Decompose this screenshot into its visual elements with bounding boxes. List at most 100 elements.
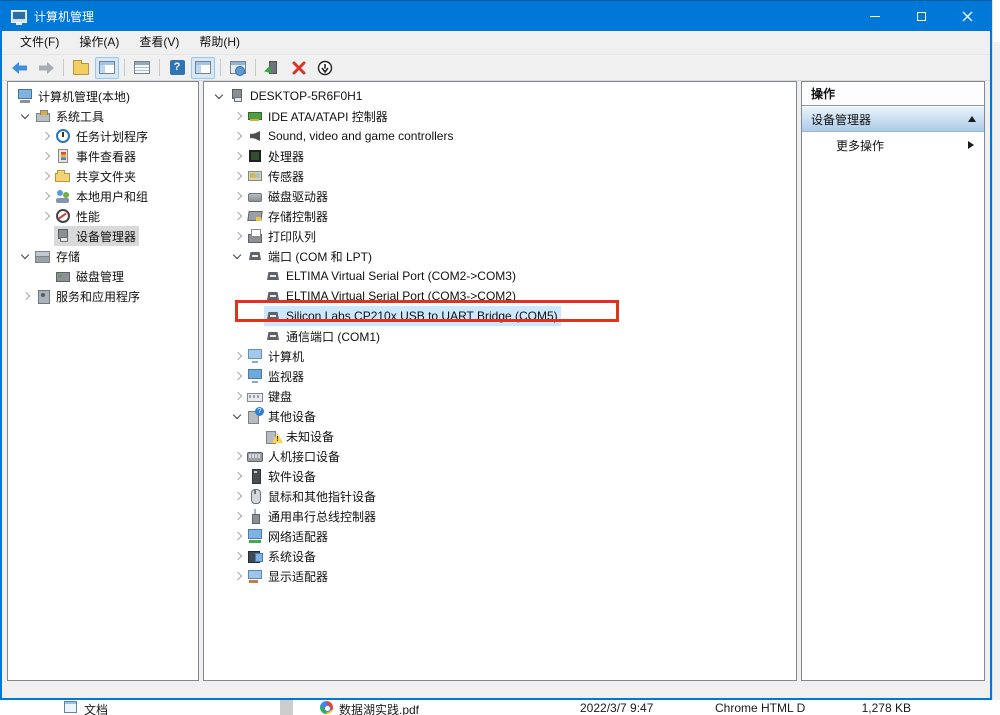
chevron-collapsed-icon[interactable] — [228, 547, 246, 565]
tree-item[interactable]: 处理器 — [204, 146, 796, 166]
minimize-icon — [870, 16, 880, 17]
chevron-collapsed-icon[interactable] — [36, 187, 54, 205]
explorer-file-name[interactable]: 数据湖实践.pdf — [339, 701, 419, 715]
chevron-collapsed-icon[interactable] — [16, 287, 34, 305]
tree-item[interactable]: 性能 — [8, 206, 198, 226]
tree-item[interactable]: 存储 — [8, 246, 198, 266]
tree-item[interactable]: 显示适配器 — [204, 566, 796, 586]
tree-item[interactable]: 传感器 — [204, 166, 796, 186]
unknown-device-icon — [265, 428, 281, 444]
tree-item[interactable]: 系统设备 — [204, 546, 796, 566]
tree-item[interactable]: 设备管理器 — [8, 226, 198, 246]
chevron-collapsed-icon[interactable] — [36, 147, 54, 165]
title-bar[interactable]: 计算机管理 — [2, 1, 990, 31]
tree-item[interactable]: ELTIMA Virtual Serial Port (COM2->COM3) — [204, 266, 796, 286]
tree-item-label: 传感器 — [267, 168, 304, 185]
chevron-collapsed-icon[interactable] — [228, 467, 246, 485]
chevron-collapsed-icon[interactable] — [36, 207, 54, 225]
close-icon — [962, 11, 973, 22]
tree-item[interactable]: 本地用户和组 — [8, 186, 198, 206]
tree-item[interactable]: 端口 (COM 和 LPT) — [204, 246, 796, 266]
scan-hardware-button[interactable] — [261, 57, 285, 79]
tree-item[interactable]: 系统工具 — [8, 106, 198, 126]
disable-device-button[interactable] — [313, 57, 337, 79]
explorer-scrollbar-thumb[interactable] — [280, 700, 293, 715]
menu-file[interactable]: 文件(F) — [10, 31, 69, 54]
menu-help[interactable]: 帮助(H) — [189, 31, 250, 54]
chevron-collapsed-icon[interactable] — [228, 527, 246, 545]
tree-item-label: Sound, video and game controllers — [267, 129, 453, 143]
tree-item[interactable]: 其他设备 — [204, 406, 796, 426]
tree-item[interactable]: 磁盘管理 — [8, 266, 198, 286]
show-console-tree-button[interactable] — [95, 57, 119, 79]
chevron-collapsed-icon[interactable] — [36, 167, 54, 185]
chevron-expanded-icon[interactable] — [228, 407, 246, 425]
back-button[interactable] — [8, 57, 32, 79]
menu-view[interactable]: 查看(V) — [129, 31, 189, 54]
uninstall-red-x-icon — [292, 61, 306, 75]
maximize-button[interactable] — [898, 1, 944, 31]
tree-item[interactable]: 计算机管理(本地) — [8, 86, 198, 106]
tree-item[interactable]: Silicon Labs CP210x USB to UART Bridge (… — [204, 306, 796, 326]
console-window-button[interactable] — [226, 57, 250, 79]
explorer-nav-documents[interactable]: 文档 — [84, 701, 108, 715]
properties-button[interactable] — [130, 57, 154, 79]
tree-item[interactable]: 软件设备 — [204, 466, 796, 486]
tree-item[interactable]: 共享文件夹 — [8, 166, 198, 186]
tree-item[interactable]: 未知设备 — [204, 426, 796, 446]
tree-item-label: 通信端口 (COM1) — [285, 328, 380, 345]
chevron-expanded-icon[interactable] — [210, 87, 228, 105]
tree-item[interactable]: 网络适配器 — [204, 526, 796, 546]
tree-item[interactable]: 服务和应用程序 — [8, 286, 198, 306]
tree-item[interactable]: 人机接口设备 — [204, 446, 796, 466]
chevron-collapsed-icon[interactable] — [228, 207, 246, 225]
sensor-icon — [247, 168, 263, 184]
tree-item[interactable]: 键盘 — [204, 386, 796, 406]
tree-item[interactable]: IDE ATA/ATAPI 控制器 — [204, 106, 796, 126]
chevron-collapsed-icon[interactable] — [228, 567, 246, 585]
chevron-collapsed-icon[interactable] — [228, 167, 246, 185]
tree-item[interactable]: 任务计划程序 — [8, 126, 198, 146]
tree-item[interactable]: 计算机 — [204, 346, 796, 366]
chevron-collapsed-icon[interactable] — [228, 487, 246, 505]
help-button[interactable]: ? — [165, 57, 189, 79]
tree-item[interactable]: Sound, video and game controllers — [204, 126, 796, 146]
tree-item[interactable]: 存储控制器 — [204, 206, 796, 226]
chevron-collapsed-icon[interactable] — [228, 147, 246, 165]
menu-action[interactable]: 操作(A) — [69, 31, 129, 54]
chevron-collapsed-icon[interactable] — [36, 127, 54, 145]
forward-button[interactable] — [34, 57, 58, 79]
tree-item[interactable]: 通用串行总线控制器 — [204, 506, 796, 526]
chevron-collapsed-icon[interactable] — [228, 107, 246, 125]
chevron-collapsed-icon[interactable] — [228, 347, 246, 365]
explorer-file-date: 2022/3/7 9:47 — [580, 701, 653, 715]
chevron-collapsed-icon[interactable] — [228, 227, 246, 245]
chevron-collapsed-icon[interactable] — [228, 187, 246, 205]
export-list-button[interactable] — [69, 57, 93, 79]
close-button[interactable] — [944, 1, 990, 31]
more-actions-item[interactable]: 更多操作 — [802, 132, 984, 158]
chevron-collapsed-icon[interactable] — [228, 447, 246, 465]
chevron-expanded-icon[interactable] — [16, 107, 34, 125]
collapse-arrow-icon[interactable] — [968, 116, 976, 122]
properties-icon — [134, 61, 150, 74]
tree-item[interactable]: 通信端口 (COM1) — [204, 326, 796, 346]
tree-item-label: Silicon Labs CP210x USB to UART Bridge (… — [285, 309, 558, 323]
tree-item[interactable]: ELTIMA Virtual Serial Port (COM3->COM2) — [204, 286, 796, 306]
tree-item[interactable]: 监视器 — [204, 366, 796, 386]
tree-item[interactable]: 鼠标和其他指针设备 — [204, 486, 796, 506]
tree-item[interactable]: DESKTOP-5R6F0H1 — [204, 86, 796, 106]
minimize-button[interactable] — [852, 1, 898, 31]
chevron-collapsed-icon[interactable] — [228, 387, 246, 405]
chevron-expanded-icon[interactable] — [228, 247, 246, 265]
tree-item[interactable]: 磁盘驱动器 — [204, 186, 796, 206]
chevron-collapsed-icon[interactable] — [228, 367, 246, 385]
chevron-expanded-icon[interactable] — [16, 247, 34, 265]
chevron-collapsed-icon[interactable] — [228, 127, 246, 145]
uninstall-button[interactable] — [287, 57, 311, 79]
chevron-collapsed-icon[interactable] — [228, 507, 246, 525]
actions-section-device-manager[interactable]: 设备管理器 — [802, 106, 984, 132]
tree-item[interactable]: 事件查看器 — [8, 146, 198, 166]
tree-item[interactable]: 打印队列 — [204, 226, 796, 246]
show-action-pane-button[interactable] — [191, 57, 215, 79]
